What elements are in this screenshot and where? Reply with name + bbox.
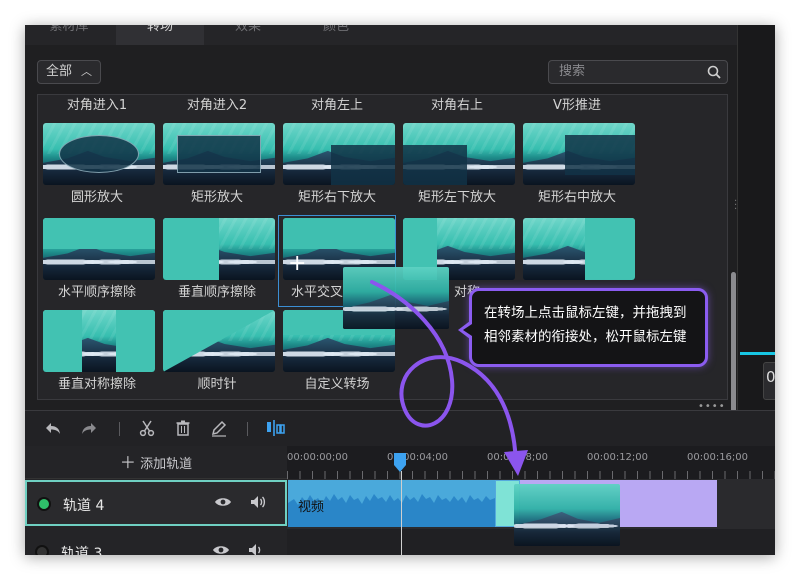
transition-label: 水平顺序擦除 <box>57 285 136 300</box>
transition-thumbnail <box>163 218 275 280</box>
toolbar-divider <box>247 422 248 436</box>
transition-vertical-symmetric-wipe[interactable]: 垂直对称擦除 <box>38 307 156 399</box>
transition-rect-bottom-left[interactable]: 矩形左下放大 <box>398 123 516 215</box>
transition-label: 自定义转场 <box>304 377 370 392</box>
track-name: 轨道 3 <box>61 546 103 555</box>
time-ruler[interactable]: 00:00:00;00 00:00:04;00 00:00:08;00 00:0… <box>287 446 775 479</box>
pencil-icon[interactable] <box>209 419 229 439</box>
transition-thumbnail <box>163 310 275 372</box>
trash-icon[interactable] <box>173 419 193 439</box>
transition-label[interactable]: 对角进入2 <box>158 95 276 117</box>
transition-rect-right-center[interactable]: 矩形右中放大 <box>518 123 636 215</box>
track-name: 轨道 4 <box>63 498 105 514</box>
track-active-indicator[interactable] <box>37 547 47 555</box>
drag-drop-preview <box>514 484 620 546</box>
chevron-up-icon: ︿ <box>81 65 92 78</box>
transition-thumbnail <box>283 123 395 185</box>
transition-label: 矩形左下放大 <box>417 190 496 205</box>
transition-thumbnail <box>403 123 515 185</box>
transition-thumbnail <box>523 218 635 280</box>
transition-thumbnail <box>163 123 275 185</box>
plus-icon: ＋ <box>119 453 136 472</box>
transition-thumbnail <box>523 123 635 185</box>
tab-color[interactable]: 颜色 <box>292 25 380 45</box>
playhead-marker[interactable] <box>393 453 407 473</box>
search-icon[interactable] <box>707 65 721 79</box>
toolbar-divider <box>119 422 120 436</box>
transition-clockwise[interactable]: 顺时针 <box>158 307 276 399</box>
track-header-3[interactable]: 轨道 3 <box>25 530 287 555</box>
tab-media-library[interactable]: 素材库 <box>25 25 113 45</box>
ruler-label: 00:00:00;00 <box>287 452 349 463</box>
track-active-indicator[interactable] <box>39 499 49 509</box>
transition-label: 垂直对称擦除 <box>57 377 136 392</box>
transition-label: 矩形右中放大 <box>537 190 616 205</box>
drag-handle-icon[interactable]: •••• <box>698 401 726 412</box>
instruction-tooltip: 在转场上点击鼠标左键，并拖拽到 相邻素材的衔接处，松开鼠标左键 <box>458 288 708 367</box>
ruler-ticks <box>287 471 775 479</box>
clip-label: 视频 <box>298 500 325 515</box>
transition-rect-bottom-right[interactable]: 矩形右下放大 <box>278 123 396 215</box>
undo-icon[interactable] <box>43 419 63 439</box>
transition-rect-zoom[interactable]: 矩形放大 <box>158 123 276 215</box>
transition-thumbnail <box>43 123 155 185</box>
transition-circle-zoom[interactable]: 圆形放大 <box>38 123 156 215</box>
transition-label[interactable]: V形推进 <box>518 95 636 117</box>
transition-thumbnail <box>43 310 155 372</box>
ruler-label: 00:00:08;00 <box>487 452 549 463</box>
timeline-toolbar: •••• <box>25 401 775 446</box>
transition-horizontal-wipe[interactable]: 水平顺序擦除 <box>38 215 156 307</box>
timecode-box: 0 <box>763 362 775 400</box>
tooltip-line-1: 在转场上点击鼠标左键，并拖拽到 <box>484 305 687 321</box>
video-clip[interactable]: 视频 <box>288 480 495 527</box>
speaker-icon[interactable] <box>247 541 265 555</box>
transition-label[interactable]: 对角左上 <box>278 95 396 117</box>
transition-label: 矩形右下放大 <box>297 190 376 205</box>
search-placeholder: 搜索 <box>559 64 586 79</box>
tab-effects[interactable]: 效果 <box>204 25 292 45</box>
preview-panel-edge: · · · 0 <box>734 25 775 410</box>
split-track-icon[interactable] <box>265 419 285 439</box>
playhead-line <box>401 471 402 555</box>
transition-label: 顺时针 <box>197 377 237 392</box>
category-filter-dropdown[interactable]: 全部 ︿ <box>37 60 101 84</box>
filter-label: 全部 <box>46 64 73 79</box>
transition-thumbnail <box>43 218 155 280</box>
transition-label: 圆形放大 <box>70 190 123 205</box>
eye-icon[interactable] <box>212 543 230 555</box>
scissors-icon[interactable] <box>137 419 157 439</box>
progress-line <box>740 352 775 355</box>
tooltip-line-2: 相邻素材的衔接处，松开鼠标左键 <box>484 329 687 345</box>
eye-icon[interactable] <box>214 495 232 509</box>
resize-handle-icon[interactable]: · · · <box>734 197 737 215</box>
add-track-label: 添加轨道 <box>140 457 193 472</box>
search-input[interactable]: 搜索 <box>548 60 728 84</box>
editor-window: 素材库 转场 效果 颜色 · · · 0 全部 ︿ 搜索 对角进入1 对角进入2 对… <box>25 25 775 555</box>
ruler-label: 00:00:16;00 <box>687 452 749 463</box>
ruler-label: 00:00:12;00 <box>587 452 649 463</box>
speaker-icon[interactable] <box>249 493 267 511</box>
transition-label[interactable]: 对角进入1 <box>38 95 156 117</box>
tab-transitions[interactable]: 转场 <box>116 25 204 45</box>
redo-icon[interactable] <box>79 419 99 439</box>
track-header-4[interactable]: 轨道 4 <box>25 480 287 526</box>
drag-ghost-thumbnail <box>343 267 449 329</box>
add-track-button[interactable]: ＋ 添加轨道 <box>25 446 287 479</box>
add-icon[interactable]: + <box>288 253 306 275</box>
transition-label[interactable]: 对角右上 <box>398 95 516 117</box>
transition-label: 矩形放大 <box>190 190 243 205</box>
panel-tabs: 素材库 转场 效果 颜色 <box>25 25 737 45</box>
